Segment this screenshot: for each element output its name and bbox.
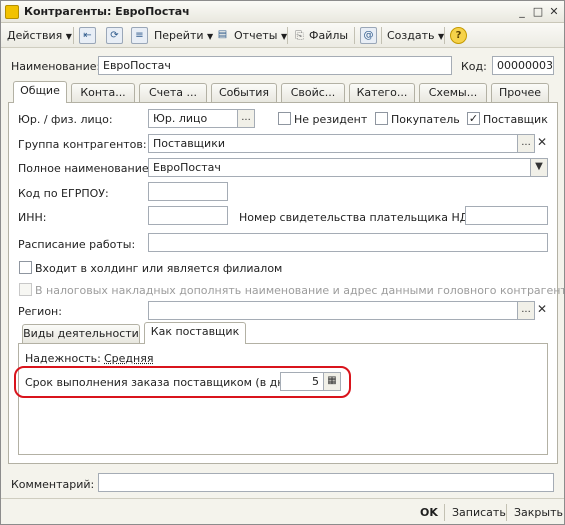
tab-contacts[interactable]: Конта... (71, 83, 135, 103)
title-bar: Контрагенты: ЕвроПостач _ □ ✕ (1, 1, 564, 23)
fullname-label: Полное наименование: (18, 162, 153, 175)
footer-divider (1, 498, 564, 499)
buyer-checkbox[interactable] (375, 112, 388, 125)
egrpou-label: Код по ЕГРПОУ: (18, 187, 109, 200)
toolbar-divider (73, 27, 74, 44)
reliability-label: Надежность: (25, 352, 101, 365)
invoice-label: В налоговых накладных дополнять наименов… (35, 284, 565, 297)
dropdown-arrow-icon: ▼ (65, 32, 72, 41)
region-clear-icon[interactable]: ✕ (533, 301, 551, 320)
region-label: Регион: (18, 305, 62, 318)
dropdown-arrow-icon: ▼ (207, 32, 214, 41)
minimize-icon[interactable]: _ (514, 5, 530, 19)
highlight-ellipse (14, 366, 351, 398)
create-menu[interactable]: Создать ▼ (387, 28, 444, 44)
tab-properties[interactable]: Свойс... (281, 83, 345, 103)
ok-button[interactable]: OK (420, 506, 438, 519)
comment-field[interactable] (98, 473, 554, 492)
code-label: Код: (461, 60, 487, 73)
buyer-label: Покупатель (391, 113, 460, 126)
legal-type-select-button[interactable]: ... (237, 109, 255, 128)
tab-activity-types[interactable]: Виды деятельности (22, 324, 140, 344)
fullname-field[interactable]: ЕвроПостач (148, 158, 531, 177)
refresh-icon[interactable]: ⟳ (106, 27, 123, 44)
tab-other[interactable]: Прочее (491, 83, 549, 103)
legal-type-label: Юр. / физ. лицо: (18, 113, 113, 126)
name-field[interactable]: ЕвроПостач (98, 56, 452, 75)
paperclip-icon[interactable]: ⎘ (295, 28, 304, 44)
schedule-label: Расписание работы: (18, 238, 136, 251)
name-label: Наименование: (11, 60, 101, 73)
save-button[interactable]: Записать (452, 506, 506, 519)
window-title: Контрагенты: ЕвроПостач (24, 5, 190, 18)
form-window: Контрагенты: ЕвроПостач _ □ ✕ Действия ▼… (0, 0, 565, 525)
tab-accounts[interactable]: Счета ... (139, 83, 207, 103)
toolbar-divider (354, 27, 355, 44)
comment-label: Комментарий: (11, 478, 95, 491)
toolbar-divider (444, 27, 445, 44)
files-button[interactable]: Файлы (309, 28, 348, 44)
reliability-value-link[interactable]: Средняя (104, 352, 153, 365)
close-icon[interactable]: ✕ (546, 5, 562, 19)
record-icon[interactable]: ⇤ (79, 27, 96, 44)
inn-field[interactable] (148, 206, 228, 225)
actions-menu[interactable]: Действия ▼ (7, 28, 72, 44)
email-icon[interactable]: @ (360, 27, 377, 44)
app-logo-icon (5, 5, 19, 19)
supplier-checkbox[interactable]: ✓ (467, 112, 480, 125)
nonresident-checkbox[interactable] (278, 112, 291, 125)
create-menu-label: Создать (387, 29, 435, 42)
invoice-checkbox[interactable] (19, 283, 32, 296)
schedule-field[interactable] (148, 233, 548, 252)
chevron-down-icon[interactable]: ▼ (530, 158, 548, 177)
supplier-label: Поставщик (483, 113, 548, 126)
tab-categories[interactable]: Катего... (349, 83, 415, 103)
egrpou-field[interactable] (148, 182, 228, 201)
reports-menu-label: Отчеты (234, 29, 278, 42)
go-menu-label: Перейти (154, 29, 204, 42)
legal-type-field[interactable]: Юр. лицо (148, 109, 238, 128)
vat-field[interactable] (465, 206, 548, 225)
toolbar: Действия ▼ ⇤ ⟳ ≡ Перейти ▼ ▤ Отчеты ▼ ⎘ … (1, 23, 564, 48)
footer-divider (506, 504, 507, 521)
tab-general[interactable]: Общие (13, 81, 67, 103)
tab-as-supplier[interactable]: Как поставщик (144, 322, 246, 344)
holding-checkbox[interactable] (19, 261, 32, 274)
footer-divider (444, 504, 445, 521)
group-field[interactable]: Поставщики (148, 134, 518, 153)
help-icon[interactable]: ? (450, 27, 467, 44)
report-icon[interactable]: ▤ (214, 27, 231, 44)
tab-schemes[interactable]: Схемы... (419, 83, 487, 103)
vat-label: Номер свидетельства плательщика НДС: (239, 211, 480, 224)
region-field[interactable] (148, 301, 518, 320)
tab-events[interactable]: События (211, 83, 277, 103)
holding-label: Входит в холдинг или является филиалом (35, 262, 283, 275)
list-icon[interactable]: ≡ (131, 27, 148, 44)
code-field[interactable]: 000000032 (492, 56, 554, 75)
reports-menu[interactable]: Отчеты ▼ (234, 28, 287, 44)
actions-menu-label: Действия (7, 29, 63, 42)
toolbar-divider (381, 27, 382, 44)
go-menu[interactable]: Перейти ▼ (154, 28, 213, 44)
group-label: Группа контрагентов: (18, 138, 147, 151)
toolbar-divider (287, 27, 288, 44)
inn-label: ИНН: (18, 211, 47, 224)
maximize-icon[interactable]: □ (530, 5, 546, 19)
group-clear-icon[interactable]: ✕ (533, 134, 551, 153)
close-button[interactable]: Закрыть (514, 506, 563, 519)
nonresident-label: Не резидент (294, 113, 368, 126)
